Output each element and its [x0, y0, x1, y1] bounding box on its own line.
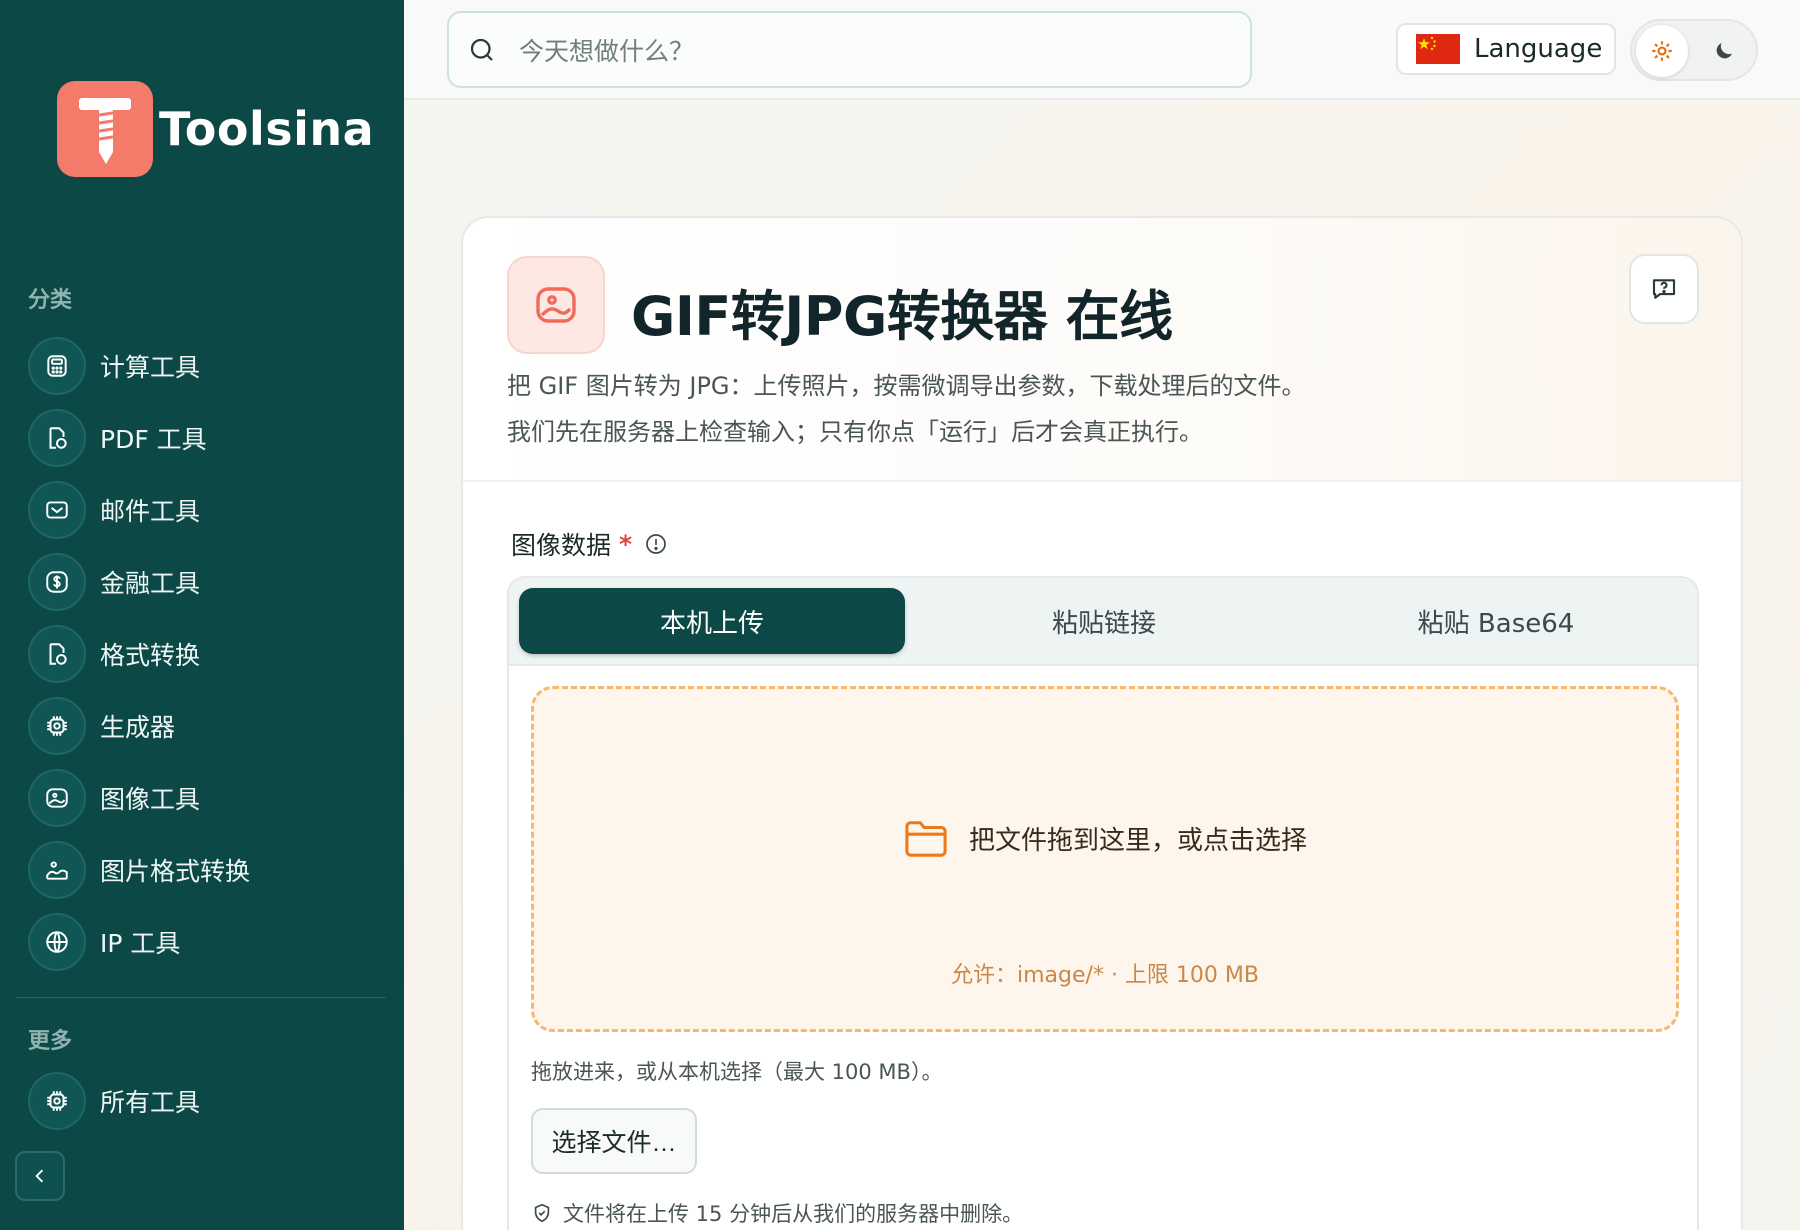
sidebar-item-image-format[interactable]: 图片格式转换: [28, 834, 388, 906]
field-label-image-data: 图像数据 *: [511, 526, 668, 562]
sidebar-item-image-tools[interactable]: 图像工具: [28, 762, 388, 834]
search-input[interactable]: 今天想做什么？: [447, 11, 1252, 88]
delete-note-text: 文件将在上传 15 分钟后从我们的服务器中删除。: [563, 1202, 1024, 1226]
language-button[interactable]: Language: [1396, 23, 1616, 75]
sidebar-item-label: IP 工具: [100, 929, 181, 958]
china-flag-icon: [1416, 34, 1460, 64]
chip-icon: [28, 697, 86, 755]
more-label: 更多: [28, 1029, 73, 1054]
sidebar-item-finance[interactable]: 金融工具: [28, 546, 388, 618]
tool-description-1: 把 GIF 图片转为 JPG：上传照片，按需微调导出参数，下载处理后的文件。: [507, 372, 1306, 400]
sidebar-item-label: PDF 工具: [100, 425, 207, 454]
theme-toggle[interactable]: [1630, 19, 1758, 81]
sidebar-item-format-convert[interactable]: 格式转换: [28, 618, 388, 690]
sun-icon[interactable]: [1636, 25, 1688, 77]
tool-card: GIF转JPG转换器 在线 把 GIF 图片转为 JPG：上传照片，按需微调导出…: [461, 216, 1743, 1230]
sidebar-item-generator[interactable]: 生成器: [28, 690, 388, 762]
page-title: GIF转JPG转换器 在线: [631, 285, 1173, 348]
tab-paste-link[interactable]: 粘贴链接: [911, 588, 1297, 654]
input-panel: 本机上传 粘贴链接 粘贴 Base64 把文件拖到这里，或点击选择 允许：ima…: [507, 576, 1699, 1230]
sidebar-item-label: 邮件工具: [100, 497, 201, 526]
top-bar: 今天想做什么？ Language: [404, 0, 1800, 100]
info-icon[interactable]: [644, 532, 668, 556]
sidebar-item-label: 图像工具: [100, 785, 201, 814]
upload-note: 拖放进来，或从本机选择（最大 100 MB）。: [531, 1060, 943, 1084]
toolsina-logo-icon: [57, 81, 153, 177]
brand-logo[interactable]: Toolsina: [57, 81, 374, 177]
sidebar-item-label: 生成器: [100, 713, 176, 742]
dropzone-hint: 允许：image/* · 上限 100 MB: [951, 963, 1259, 988]
file-icon: [28, 409, 86, 467]
mail-icon: [28, 481, 86, 539]
dropzone-prompt: 把文件拖到这里，或点击选择: [534, 817, 1676, 859]
sidebar-item-calculator[interactable]: 计算工具: [28, 330, 388, 402]
tab-paste-base64[interactable]: 粘贴 Base64: [1303, 588, 1689, 654]
sidebar: Toolsina 分类 计算工具 PDF 工具 邮件工具 金融工具 格式转换 生…: [0, 0, 404, 1230]
moon-icon[interactable]: [1706, 33, 1742, 69]
choose-file-button[interactable]: 选择文件…: [531, 1108, 697, 1174]
feedback-button[interactable]: [1629, 254, 1699, 324]
sidebar-item-label: 图片格式转换: [100, 857, 251, 886]
input-tabs: 本机上传 粘贴链接 粘贴 Base64: [509, 578, 1697, 666]
folder-icon: [905, 821, 947, 857]
sidebar-item-ip-tools[interactable]: IP 工具: [28, 906, 388, 978]
tool-header: GIF转JPG转换器 在线 把 GIF 图片转为 JPG：上传照片，按需微调导出…: [463, 218, 1741, 482]
calculator-icon: [28, 337, 86, 395]
sidebar-item-label: 计算工具: [100, 353, 201, 382]
delete-note: 文件将在上传 15 分钟后从我们的服务器中删除。: [531, 1198, 1023, 1228]
sidebar-item-pdf[interactable]: PDF 工具: [28, 402, 388, 474]
chevron-left-icon: [35, 1169, 44, 1183]
image-icon: [28, 769, 86, 827]
language-label: Language: [1474, 34, 1603, 64]
chip-icon: [28, 1072, 86, 1130]
shield-check-icon: [534, 1203, 550, 1223]
sidebar-item-mail[interactable]: 邮件工具: [28, 474, 388, 546]
search-icon: [470, 38, 493, 61]
dollar-icon: [28, 553, 86, 611]
collapse-sidebar-button[interactable]: [15, 1151, 65, 1201]
field-label-text: 图像数据: [511, 531, 612, 560]
image-icon: [507, 256, 605, 354]
tool-description-2: 我们先在服务器上检查输入；只有你点「运行」后才会真正执行。: [507, 418, 1203, 446]
sidebar-divider: [16, 997, 386, 998]
image-convert-icon: [28, 841, 86, 899]
category-nav: 计算工具 PDF 工具 邮件工具 金融工具 格式转换 生成器 图像工具 图片格式…: [28, 330, 388, 982]
sidebar-item-label: 金融工具: [100, 569, 201, 598]
file-dropzone[interactable]: 把文件拖到这里，或点击选择 允许：image/* · 上限 100 MB: [531, 686, 1679, 1032]
globe-icon: [28, 913, 86, 971]
dropzone-text: 把文件拖到这里，或点击选择: [968, 825, 1307, 856]
sidebar-item-all-tools[interactable]: 所有工具: [28, 1065, 200, 1137]
file-icon: [28, 625, 86, 683]
required-mark: *: [619, 529, 633, 559]
help-chat-icon: [1652, 279, 1676, 299]
sidebar-item-label: 格式转换: [100, 641, 201, 670]
search-placeholder: 今天想做什么？: [519, 36, 695, 66]
sidebar-item-label: 所有工具: [100, 1088, 201, 1117]
brand-name: Toolsina: [159, 102, 375, 156]
tab-local-upload[interactable]: 本机上传: [519, 588, 905, 654]
categories-label: 分类: [28, 288, 73, 313]
